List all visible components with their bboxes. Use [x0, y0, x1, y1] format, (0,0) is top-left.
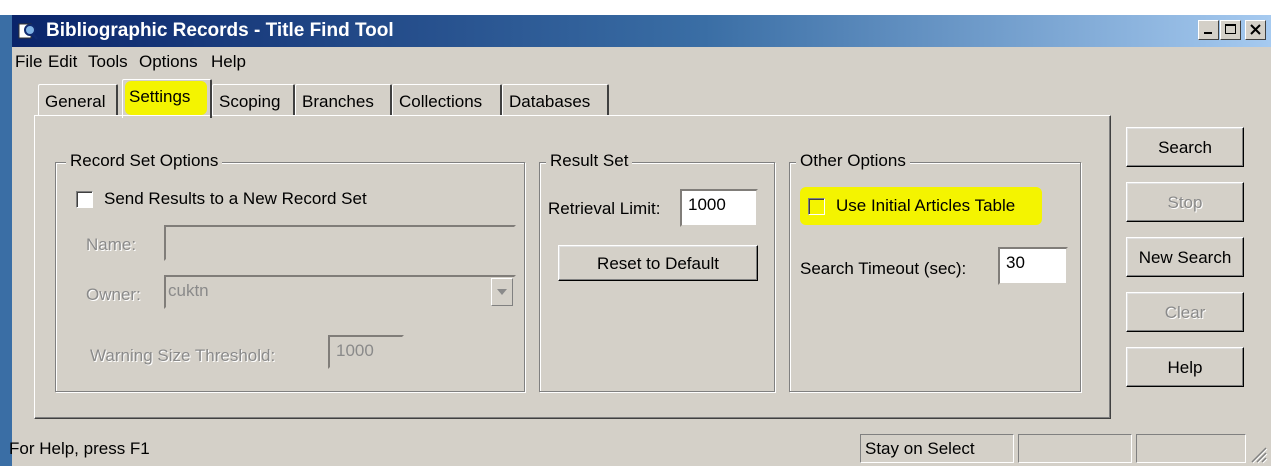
other-options-group: Other Options Use Initial Articles Table…: [789, 151, 1081, 392]
status-bar: For Help, press F1 Stay on Select: [9, 430, 1271, 466]
status-mode: Stay on Select: [860, 434, 1014, 463]
title-find-window: Bibliographic Records - Title Find Tool …: [9, 15, 1271, 466]
tab-scoping[interactable]: Scoping: [212, 84, 295, 116]
owner-dropdown-button[interactable]: [491, 278, 513, 306]
settings-panel: Record Set Options Send Results to a New…: [34, 115, 1111, 419]
close-button[interactable]: [1245, 20, 1266, 40]
result-set-legend: Result Set: [546, 151, 633, 171]
retrieval-limit-field[interactable]: 1000: [680, 189, 758, 227]
name-field[interactable]: [164, 225, 516, 261]
search-button[interactable]: Search: [1126, 127, 1244, 167]
search-timeout-field[interactable]: 30: [998, 247, 1068, 285]
menu-help[interactable]: Help: [211, 52, 246, 72]
menu-options[interactable]: Options: [139, 52, 198, 72]
owner-select[interactable]: cuktn: [164, 275, 516, 309]
menu-tools[interactable]: Tools: [88, 52, 128, 72]
send-results-checkbox[interactable]: [76, 191, 93, 208]
minimize-icon: [1204, 32, 1212, 34]
send-results-label[interactable]: Send Results to a New Record Set: [104, 189, 367, 209]
title-bar[interactable]: Bibliographic Records - Title Find Tool: [12, 15, 1271, 47]
tab-collections[interactable]: Collections: [392, 84, 502, 116]
other-options-legend: Other Options: [796, 151, 910, 171]
menu-bar: File Edit Tools Options Help: [12, 47, 1271, 77]
status-help-text: For Help, press F1: [9, 439, 150, 458]
retrieval-limit-label: Retrieval Limit:: [548, 199, 661, 218]
maximize-button[interactable]: [1220, 20, 1241, 40]
search-timeout-label: Search Timeout (sec):: [800, 259, 967, 278]
menu-edit[interactable]: Edit: [48, 52, 77, 72]
tab-databases[interactable]: Databases: [502, 84, 609, 116]
warning-threshold-label: Warning Size Threshold:: [90, 346, 276, 365]
menu-file[interactable]: File: [15, 52, 42, 72]
tab-branches[interactable]: Branches: [295, 84, 392, 116]
name-label: Name:: [86, 235, 137, 254]
result-set-group: Result Set Retrieval Limit: 1000 Reset t…: [539, 151, 775, 392]
help-button[interactable]: Help: [1126, 347, 1244, 387]
warning-threshold-field[interactable]: 1000: [328, 335, 404, 369]
stop-button[interactable]: Stop: [1126, 182, 1244, 222]
close-icon: [1250, 24, 1261, 35]
search-records-icon: [18, 23, 38, 40]
window-title: Bibliographic Records - Title Find Tool: [46, 20, 394, 41]
new-search-button[interactable]: New Search: [1126, 237, 1244, 277]
status-pane-empty-1: [1018, 434, 1132, 463]
owner-value: cuktn: [168, 281, 209, 300]
chevron-down-icon: [497, 289, 507, 295]
initial-articles-checkbox[interactable]: [808, 198, 825, 215]
status-pane-empty-2: [1136, 434, 1246, 463]
clear-button[interactable]: Clear: [1126, 292, 1244, 332]
desktop-edge: [0, 15, 12, 466]
tab-settings[interactable]: Settings: [122, 79, 212, 118]
maximize-icon: [1225, 24, 1236, 34]
initial-articles-label[interactable]: Use Initial Articles Table: [836, 196, 1015, 216]
tab-general[interactable]: General: [38, 84, 118, 116]
record-set-options-group: Record Set Options Send Results to a New…: [55, 151, 525, 392]
reset-to-default-button[interactable]: Reset to Default: [558, 245, 758, 281]
minimize-button[interactable]: [1198, 20, 1219, 40]
owner-label: Owner:: [86, 285, 141, 304]
record-set-options-legend: Record Set Options: [66, 151, 223, 171]
resize-grip-icon[interactable]: [1248, 444, 1268, 464]
